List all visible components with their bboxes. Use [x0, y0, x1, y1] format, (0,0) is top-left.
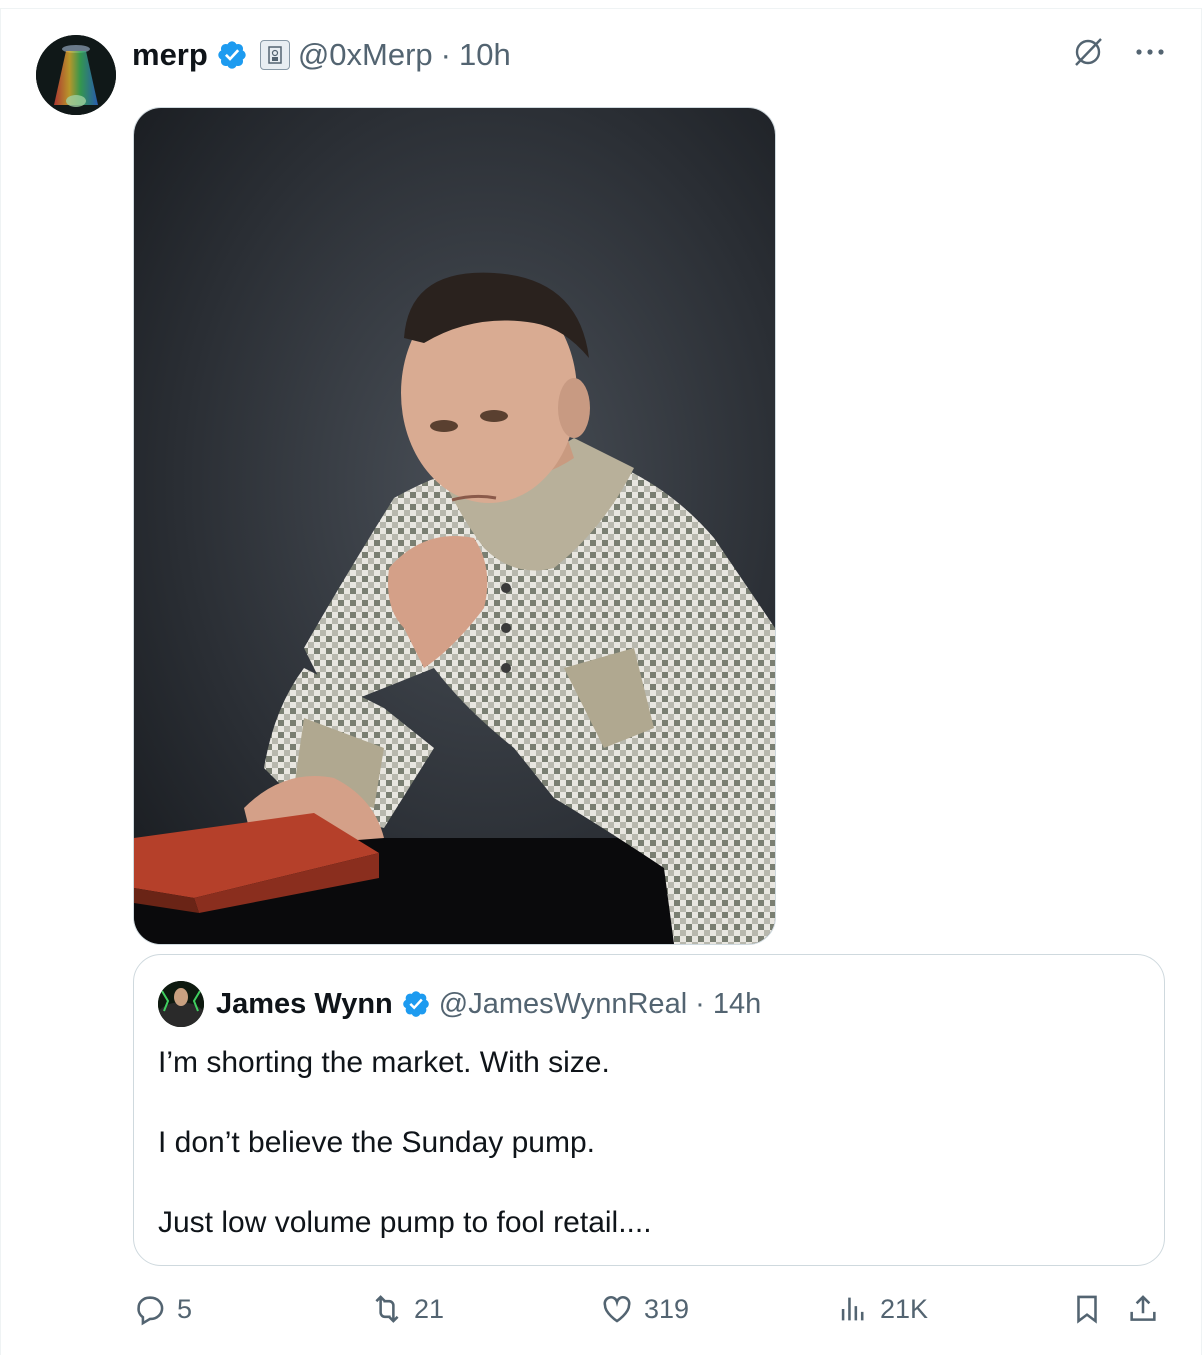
quoted-author-avatar[interactable] — [158, 981, 204, 1027]
quoted-author-handle[interactable]: @JamesWynnReal — [439, 988, 687, 1021]
bookmark-button[interactable] — [1070, 1292, 1104, 1326]
separator-dot: · — [695, 987, 705, 1020]
tweet-media-photo[interactable] — [133, 107, 776, 945]
more-icon[interactable] — [1134, 46, 1166, 58]
bookmark-icon — [1077, 1295, 1097, 1324]
repost-button[interactable]: 21 — [370, 1292, 444, 1326]
tweet-header: merp @0xMerp · 10h — [132, 36, 511, 74]
verified-badge-icon — [401, 989, 431, 1019]
reply-count: 5 — [177, 1293, 193, 1324]
quoted-author-name[interactable]: James Wynn — [216, 988, 393, 1021]
affiliate-badge-icon[interactable] — [259, 40, 290, 70]
tweet-time[interactable]: 10h — [459, 37, 511, 73]
reply-button[interactable]: 5 — [133, 1292, 192, 1326]
views-icon — [841, 1297, 864, 1321]
views-count: 21K — [880, 1293, 929, 1324]
tweet-top-actions — [1070, 34, 1166, 70]
quoted-text-line: I don’t believe the Sunday pump. — [158, 1126, 595, 1159]
grok-icon[interactable] — [1070, 34, 1106, 70]
share-button[interactable] — [1126, 1292, 1160, 1326]
share-icon — [1130, 1295, 1156, 1321]
quoted-tweet[interactable]: James Wynn @JamesWynnReal · 14h I’m shor… — [133, 954, 1165, 1266]
repost-icon — [375, 1295, 399, 1323]
quoted-tweet-text: I’m shorting the market. With size. I do… — [158, 1043, 652, 1283]
author-name[interactable]: merp — [132, 37, 208, 73]
separator-dot: · — [440, 37, 451, 72]
quoted-text-line: I’m shorting the market. With size. — [158, 1046, 610, 1079]
author-avatar[interactable] — [36, 35, 116, 115]
repost-count: 21 — [414, 1293, 445, 1324]
views-button[interactable]: 21K — [836, 1292, 928, 1326]
quoted-tweet-header: James Wynn @JamesWynnReal · 14h — [158, 981, 761, 1027]
like-button[interactable]: 319 — [600, 1292, 689, 1326]
author-handle[interactable]: @0xMerp — [298, 37, 433, 73]
quoted-text-line: Just low volume pump to fool retail.... — [158, 1206, 652, 1239]
like-count: 319 — [644, 1293, 690, 1324]
quoted-tweet-time[interactable]: 14h — [713, 988, 761, 1021]
verified-badge-icon[interactable] — [216, 39, 248, 71]
like-icon — [603, 1295, 631, 1323]
tweet-action-bar: 5 21 319 21K — [133, 1292, 1173, 1336]
reply-icon — [137, 1296, 164, 1326]
